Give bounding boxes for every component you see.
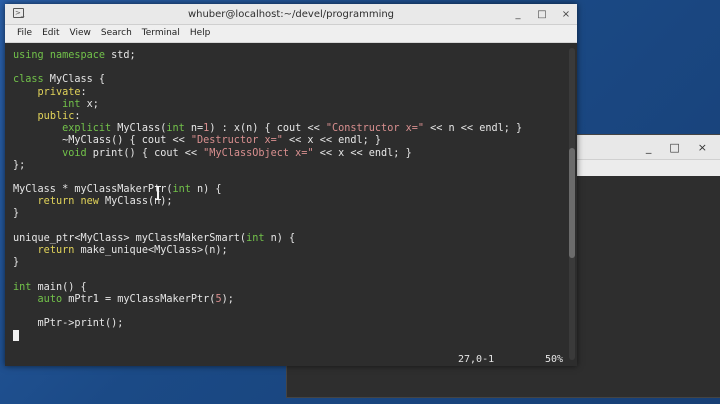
vim-status-line: 27,0-1 50%	[5, 354, 577, 366]
code-line: using namespace std;	[13, 50, 136, 61]
window-controls: _ □ ×	[513, 4, 571, 24]
window-title: whuber@localhost:~/devel/programming	[187, 8, 395, 20]
terminal-app-icon: >_	[13, 8, 25, 18]
code-line: MyClass * myClassMakerPtr(int n) {	[13, 184, 222, 196]
code-line: int x;	[62, 98, 99, 110]
minimize-icon[interactable]: _	[646, 141, 652, 154]
code-line: void print() { cout << "MyClassObject x=…	[62, 147, 412, 159]
menu-help[interactable]: Help	[185, 25, 216, 42]
code-line: unique_ptr<MyClass> myClassMakerSmart(in…	[13, 232, 296, 244]
menu-file[interactable]: File	[12, 25, 37, 42]
code-line: ~MyClass() { cout << "Destructor x=" << …	[13, 135, 382, 147]
code-line: int main() {	[13, 281, 87, 293]
scroll-percent: 50%	[545, 354, 564, 365]
code-line: explicit MyClass(int n=1) : x(n) { cout …	[62, 123, 523, 135]
code-line	[13, 330, 577, 342]
minimize-icon[interactable]: _	[513, 9, 523, 20]
code-line: class MyClass {	[13, 74, 106, 86]
window-titlebar[interactable]: >_ whuber@localhost:~/devel/programming …	[5, 4, 577, 25]
code-line: auto mPtr1 = myClassMakerPtr(5);	[37, 293, 234, 305]
close-icon[interactable]: ×	[561, 9, 571, 20]
code-line: }	[13, 257, 20, 269]
code-line: private:	[37, 86, 87, 98]
text-select-cursor-icon	[155, 186, 161, 200]
menu-edit[interactable]: Edit	[37, 25, 64, 42]
cursor-position: 27,0-1	[458, 354, 495, 365]
code-line: return new MyClass(n);	[37, 196, 173, 208]
terminal-window[interactable]: >_ whuber@localhost:~/devel/programming …	[5, 4, 577, 366]
text-cursor	[13, 330, 19, 342]
menu-bar: File Edit View Search Terminal Help	[5, 25, 577, 43]
vim-editor[interactable]: using namespace std; class MyClass { pri…	[5, 43, 577, 366]
code-line: };	[13, 159, 26, 171]
maximize-icon[interactable]: □	[537, 9, 547, 20]
menu-view[interactable]: View	[65, 25, 96, 42]
code-line: public:	[37, 110, 81, 122]
close-icon[interactable]: ×	[698, 141, 707, 154]
scrollbar-thumb[interactable]	[569, 148, 575, 258]
code-line: return make_unique<MyClass>(n);	[37, 245, 228, 256]
code-line: mPtr->print();	[13, 318, 124, 330]
vertical-scrollbar[interactable]	[569, 48, 575, 360]
menu-search[interactable]: Search	[96, 25, 137, 42]
code-line: }	[13, 208, 20, 220]
menu-terminal[interactable]: Terminal	[137, 25, 185, 42]
maximize-icon[interactable]: □	[669, 141, 679, 154]
